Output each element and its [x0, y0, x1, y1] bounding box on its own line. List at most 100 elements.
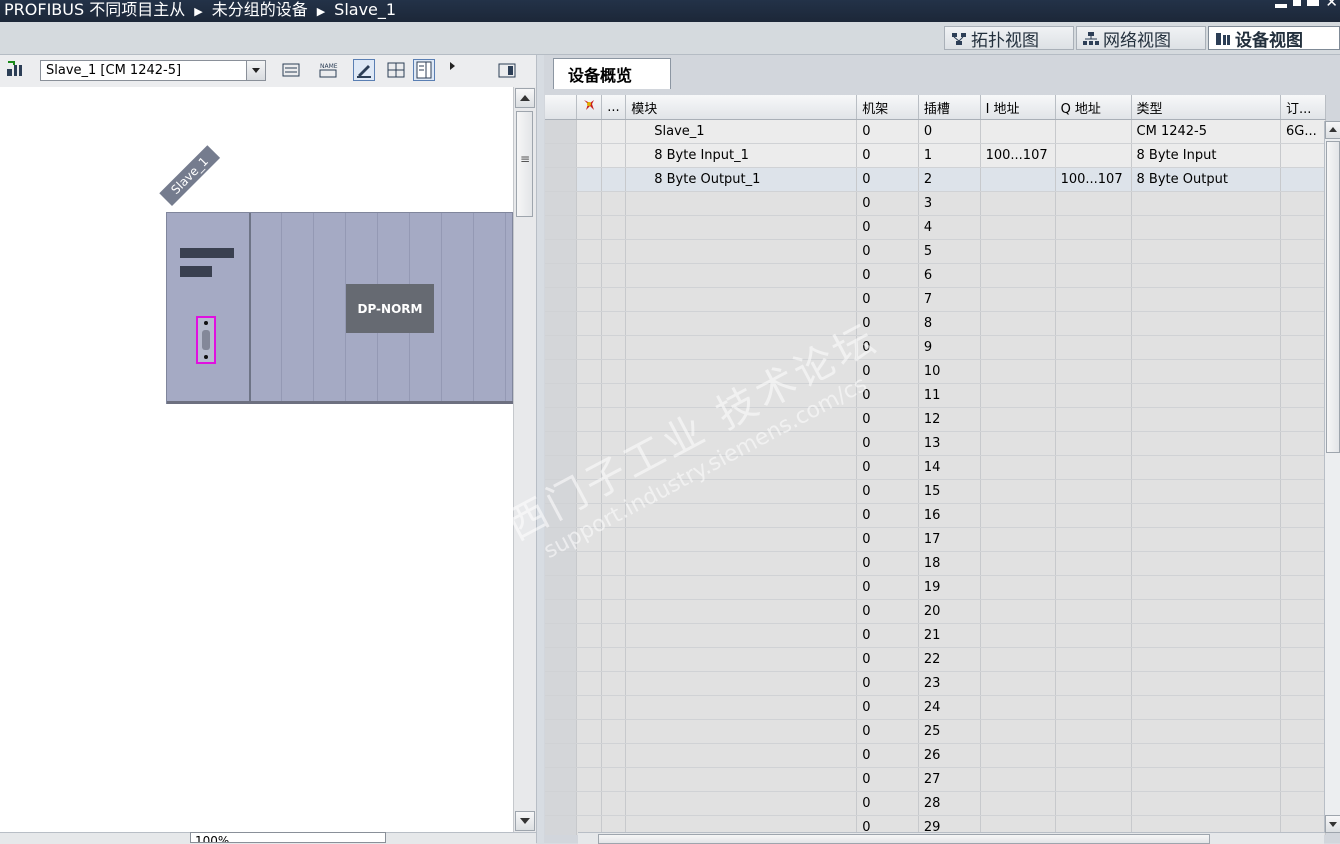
- table-row[interactable]: 0 22: [545, 647, 1326, 672]
- module-cell[interactable]: [625, 743, 858, 768]
- i-address-cell[interactable]: [980, 431, 1056, 456]
- header-type[interactable]: 类型: [1131, 95, 1281, 120]
- table-row[interactable]: 0 24: [545, 695, 1326, 720]
- row-header-cell[interactable]: [545, 311, 578, 336]
- module-cell[interactable]: Slave_1: [625, 119, 858, 144]
- row-header-cell[interactable]: [545, 119, 578, 144]
- table-row[interactable]: 0 11: [545, 383, 1326, 408]
- i-address-cell[interactable]: [980, 263, 1056, 288]
- name-icon[interactable]: NAME: [317, 59, 339, 81]
- table-row[interactable]: 0 13: [545, 431, 1326, 456]
- q-address-cell[interactable]: [1055, 287, 1132, 312]
- table-row[interactable]: 08: [545, 311, 1326, 336]
- row-header-cell[interactable]: [545, 407, 578, 432]
- row-header-cell[interactable]: [545, 431, 578, 456]
- table-row[interactable]: 0 27: [545, 767, 1326, 792]
- q-address-cell[interactable]: [1055, 239, 1132, 264]
- i-address-cell[interactable]: [980, 623, 1056, 648]
- q-address-cell[interactable]: [1055, 479, 1132, 504]
- i-address-cell[interactable]: [980, 575, 1056, 600]
- device-select[interactable]: Slave_1 [CM 1242-5]: [40, 60, 266, 81]
- q-address-cell[interactable]: [1055, 359, 1132, 384]
- grid-icon[interactable]: [385, 59, 407, 81]
- q-address-cell[interactable]: [1055, 791, 1132, 816]
- row-header-cell[interactable]: [545, 743, 578, 768]
- i-address-cell[interactable]: [980, 527, 1056, 552]
- table-row[interactable]: 0 21: [545, 623, 1326, 648]
- row-header-cell[interactable]: [545, 287, 578, 312]
- row-header-cell[interactable]: [545, 263, 578, 288]
- q-address-cell[interactable]: [1055, 455, 1132, 480]
- module-cell[interactable]: [625, 383, 858, 408]
- i-address-cell[interactable]: 100...107: [980, 143, 1056, 168]
- scroll-down-icon[interactable]: [515, 811, 535, 831]
- table-row[interactable]: 09: [545, 335, 1326, 360]
- table-row[interactable]: 04: [545, 215, 1326, 240]
- module-cell[interactable]: [625, 407, 858, 432]
- q-address-cell[interactable]: [1055, 215, 1132, 240]
- row-header-cell[interactable]: [545, 623, 578, 648]
- module-cell[interactable]: [625, 695, 858, 720]
- row-header-cell[interactable]: [545, 359, 578, 384]
- table-row[interactable]: 0 23: [545, 671, 1326, 696]
- scroll-up-icon[interactable]: [1325, 121, 1340, 139]
- device-tree-icon[interactable]: [4, 59, 26, 81]
- row-header-cell[interactable]: [545, 383, 578, 408]
- module-cell[interactable]: [625, 479, 858, 504]
- restore-icon[interactable]: [1293, 0, 1302, 6]
- header-diagnostic[interactable]: [576, 95, 603, 120]
- i-address-cell[interactable]: [980, 287, 1056, 312]
- table-row[interactable]: 8 Byte Input_1 0 1 100...107 8 Byte Input: [545, 143, 1326, 168]
- row-header-cell[interactable]: [545, 527, 578, 552]
- q-address-cell[interactable]: [1055, 671, 1132, 696]
- zoom-select[interactable]: 100%: [190, 832, 386, 843]
- q-address-cell[interactable]: [1055, 383, 1132, 408]
- row-header-cell[interactable]: [545, 455, 578, 480]
- q-address-cell[interactable]: [1055, 191, 1132, 216]
- breadcrumb-group[interactable]: 未分组的设备: [212, 0, 308, 19]
- more-tools-icon[interactable]: [445, 59, 459, 81]
- tab-network-view[interactable]: 网络视图: [1076, 26, 1206, 51]
- row-header-cell[interactable]: [545, 599, 578, 624]
- i-address-cell[interactable]: [980, 167, 1056, 192]
- canvas-vertical-scrollbar[interactable]: [513, 87, 536, 832]
- module-cell[interactable]: [625, 623, 858, 648]
- i-address-cell[interactable]: [980, 455, 1056, 480]
- q-address-cell[interactable]: [1055, 647, 1132, 672]
- table-row[interactable]: 0 12: [545, 407, 1326, 432]
- table-row[interactable]: 0 19: [545, 575, 1326, 600]
- module-cell[interactable]: [625, 263, 858, 288]
- i-address-cell[interactable]: [980, 119, 1056, 144]
- header-order-number[interactable]: 订...: [1280, 95, 1326, 120]
- module-cell[interactable]: [625, 503, 858, 528]
- table-row[interactable]: Slave_1 0 0 CM 1242-5 6G...: [545, 119, 1326, 144]
- i-address-cell[interactable]: [980, 335, 1056, 360]
- module-cell[interactable]: [625, 671, 858, 696]
- module-cell[interactable]: [625, 791, 858, 816]
- table-row[interactable]: 0 18: [545, 551, 1326, 576]
- i-address-cell[interactable]: [980, 503, 1056, 528]
- row-header-cell[interactable]: [545, 671, 578, 696]
- module-cell[interactable]: [625, 647, 858, 672]
- i-address-cell[interactable]: [980, 599, 1056, 624]
- module-cell[interactable]: [625, 287, 858, 312]
- module-cell[interactable]: 8 Byte Output_1: [625, 167, 858, 192]
- chevron-down-icon[interactable]: [246, 61, 265, 80]
- table-row[interactable]: 0 16: [545, 503, 1326, 528]
- module-cell[interactable]: [625, 311, 858, 336]
- close-icon[interactable]: ✕: [1325, 0, 1338, 10]
- i-address-cell[interactable]: [980, 767, 1056, 792]
- maximize-icon[interactable]: [1307, 0, 1320, 6]
- q-address-cell[interactable]: 100...107: [1055, 167, 1132, 192]
- collapse-panel-icon[interactable]: [496, 59, 518, 81]
- q-address-cell[interactable]: [1055, 575, 1132, 600]
- module-cell[interactable]: [625, 431, 858, 456]
- table-row[interactable]: 0 17: [545, 527, 1326, 552]
- breadcrumb-device[interactable]: Slave_1: [334, 0, 396, 19]
- table-row[interactable]: 05: [545, 239, 1326, 264]
- q-address-cell[interactable]: [1055, 599, 1132, 624]
- i-address-cell[interactable]: [980, 791, 1056, 816]
- table-view-icon[interactable]: [413, 59, 435, 81]
- module-cell[interactable]: [625, 335, 858, 360]
- address-icon[interactable]: [280, 59, 302, 81]
